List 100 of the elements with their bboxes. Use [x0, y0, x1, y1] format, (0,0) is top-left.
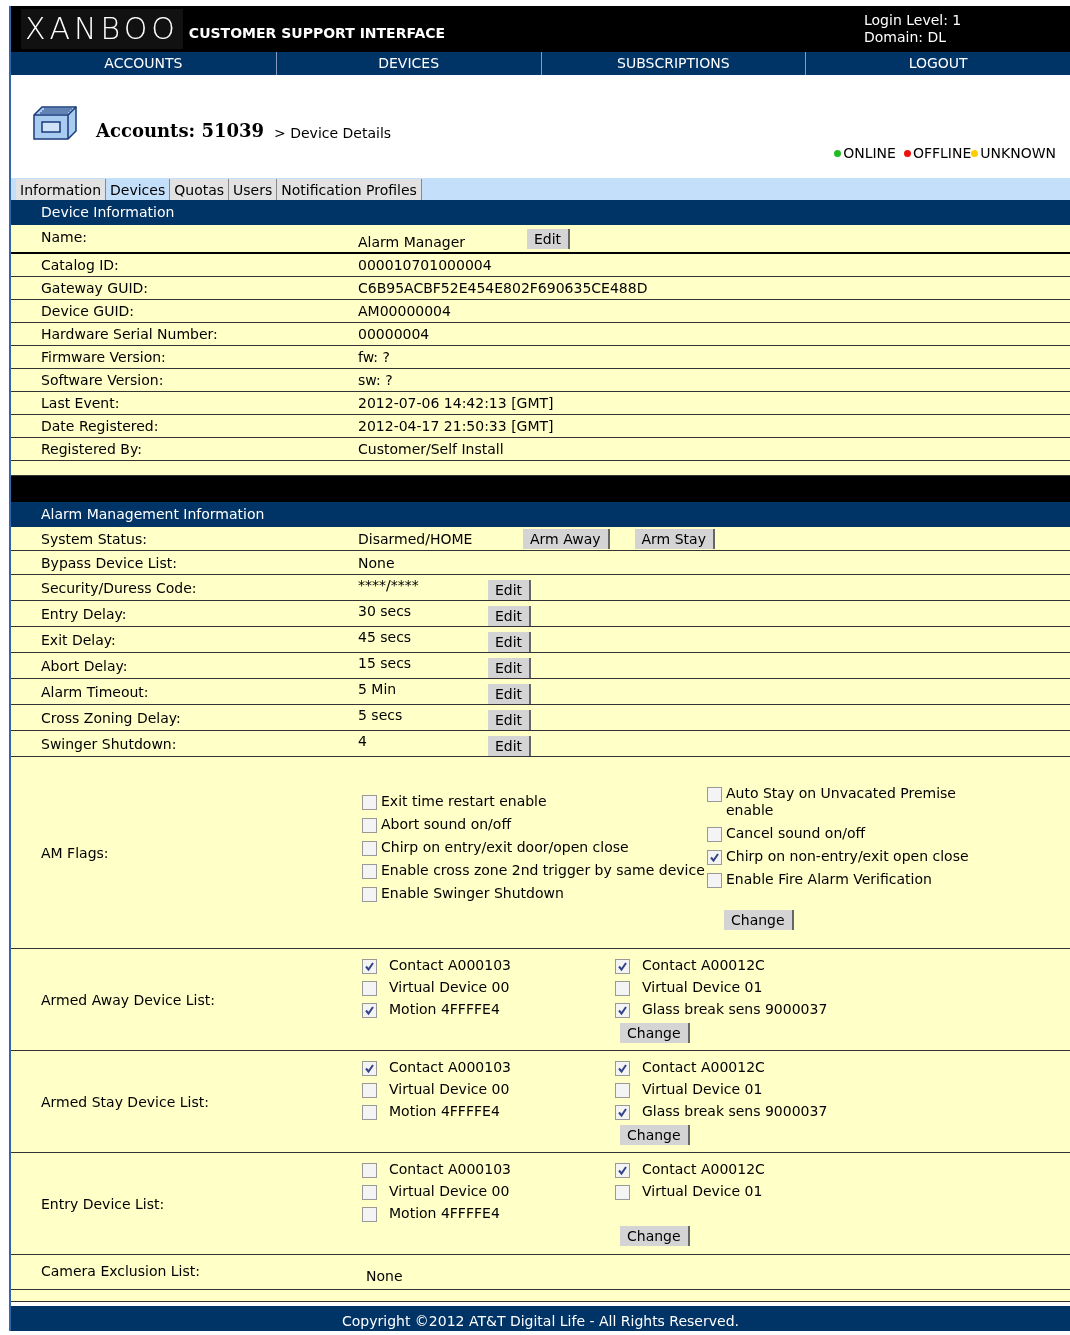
change-button[interactable]: Change [620, 1125, 690, 1145]
checkbox[interactable] [707, 873, 722, 888]
logo: XANBOO [21, 9, 183, 49]
checkbox[interactable] [707, 827, 722, 842]
tab[interactable]: Users [229, 179, 278, 200]
field-value: 00000004 [358, 326, 430, 342]
option-label: Motion 4FFFFE4 [389, 1205, 500, 1222]
checkbox[interactable] [362, 1105, 377, 1120]
checkbox[interactable] [362, 818, 377, 833]
option-label: Glass break sens 9000037 [642, 1001, 828, 1018]
field-label: Firmware Version: [41, 349, 167, 365]
field-label: Date Registered: [41, 418, 160, 434]
option-label: Contact A000103 [389, 1161, 511, 1178]
footer-text: Copyright ©2012 AT&T Digital Life - All Rights Reserved. [11, 1306, 1070, 1331]
nav-link[interactable]: DEVICES [275, 52, 541, 75]
field-value: 4 [358, 731, 368, 749]
field-label: Camera Exclusion List: [41, 1262, 201, 1279]
tab[interactable]: Information [16, 179, 107, 200]
field-label: Entry Device List: [41, 1195, 166, 1212]
checkbox[interactable] [362, 981, 377, 996]
action-button[interactable]: Edit [488, 683, 532, 704]
action-button[interactable]: Edit [488, 579, 532, 600]
field-label: Hardware Serial Number: [41, 326, 219, 342]
change-button[interactable]: Change [724, 910, 794, 930]
checkbox[interactable] [615, 1105, 630, 1120]
checkbox[interactable] [362, 795, 377, 810]
action-button[interactable]: Arm Stay [634, 528, 715, 549]
legend-label: OFFLINE [912, 145, 972, 161]
file-drawer-icon [32, 105, 80, 141]
action-button[interactable]: Edit [488, 605, 532, 626]
checkbox[interactable] [615, 1083, 630, 1098]
checkbox[interactable] [362, 1003, 377, 1018]
change-button[interactable]: Change [620, 1023, 690, 1043]
field-label: Last Event: [41, 395, 121, 411]
tab[interactable]: Quotas [170, 179, 230, 200]
field-label: Armed Away Device List: [41, 992, 216, 1008]
field-label: Abort Delay: [41, 657, 129, 674]
change-button[interactable]: Change [620, 1226, 690, 1246]
action-button[interactable]: Edit [527, 228, 571, 249]
option-label: Virtual Device 00 [389, 979, 510, 996]
action-button[interactable]: Edit [488, 735, 532, 756]
action-button[interactable]: Arm Away [523, 528, 610, 549]
option-label: Contact A000103 [389, 957, 511, 974]
field-value: Customer/Self Install [358, 441, 504, 457]
field-label: Bypass Device List: [41, 554, 178, 571]
action-button[interactable]: Edit [488, 631, 532, 652]
checkbox[interactable] [615, 1163, 630, 1178]
field-label: Entry Delay: [41, 605, 128, 622]
option-label: Enable cross zone 2nd trigger by same device [381, 862, 705, 879]
field-value: 000010701000004 [358, 257, 492, 273]
checkbox[interactable] [362, 864, 377, 879]
option-label: Virtual Device 01 [642, 979, 763, 996]
legend-label: UNKNOWN [980, 145, 1056, 161]
section-header: Device Information [11, 200, 1070, 225]
checkbox[interactable] [615, 981, 630, 996]
option-label: Motion 4FFFFE4 [389, 1001, 500, 1018]
option-label: Glass break sens 9000037 [642, 1103, 828, 1120]
checkbox[interactable] [362, 959, 377, 974]
checkbox[interactable] [707, 850, 722, 865]
option-label: Enable Swinger Shutdown [381, 885, 564, 902]
field-value: None [358, 554, 396, 571]
field-label: Swinger Shutdown: [41, 735, 178, 752]
checkbox[interactable] [362, 887, 377, 902]
field-value: Alarm Manager [358, 232, 466, 250]
domain: Domain: DL [864, 29, 948, 46]
account-heading: Accounts: 51039 [96, 120, 265, 141]
action-button[interactable]: Edit [488, 709, 532, 730]
field-label: Security/Duress Code: [41, 579, 198, 596]
field-label: Catalog ID: [41, 257, 120, 273]
nav-link[interactable]: LOGOUT [805, 52, 1070, 75]
field-value: AM00000004 [358, 303, 451, 319]
checkbox[interactable] [615, 1061, 630, 1076]
option-label: Auto Stay on Unvacated Premise enable [726, 785, 957, 819]
checkbox[interactable] [615, 1003, 630, 1018]
nav-link[interactable]: ACCOUNTS [11, 52, 276, 75]
checkbox[interactable] [615, 959, 630, 974]
option-label: Chirp on non-entry/exit open close [726, 848, 969, 865]
action-button[interactable]: Edit [488, 657, 532, 678]
option-label: Contact A00012C [642, 1059, 765, 1076]
option-label: Virtual Device 01 [642, 1183, 763, 1200]
field-value: ****/**** [358, 575, 420, 593]
field-label: Alarm Timeout: [41, 683, 150, 700]
option-label: Contact A00012C [642, 1161, 765, 1178]
login-level: Login Level: 1 [864, 12, 963, 29]
checkbox[interactable] [362, 1163, 377, 1178]
nav-link[interactable]: SUBSCRIPTIONS [540, 52, 806, 75]
checkbox[interactable] [615, 1185, 630, 1200]
checkbox[interactable] [362, 1061, 377, 1076]
tab[interactable]: Notification Profiles [277, 179, 422, 200]
checkbox[interactable] [707, 787, 722, 802]
checkbox[interactable] [362, 1185, 377, 1200]
checkbox[interactable] [362, 841, 377, 856]
field-value: 5 Min [358, 679, 398, 697]
checkbox[interactable] [362, 1207, 377, 1222]
checkbox[interactable] [362, 1083, 377, 1098]
field-value: fw: ? [358, 349, 390, 365]
option-label: Virtual Device 00 [389, 1081, 510, 1098]
field-value: sw: ? [358, 372, 393, 388]
field-value: 45 secs [358, 627, 413, 645]
option-label: Cancel sound on/off [726, 825, 866, 842]
